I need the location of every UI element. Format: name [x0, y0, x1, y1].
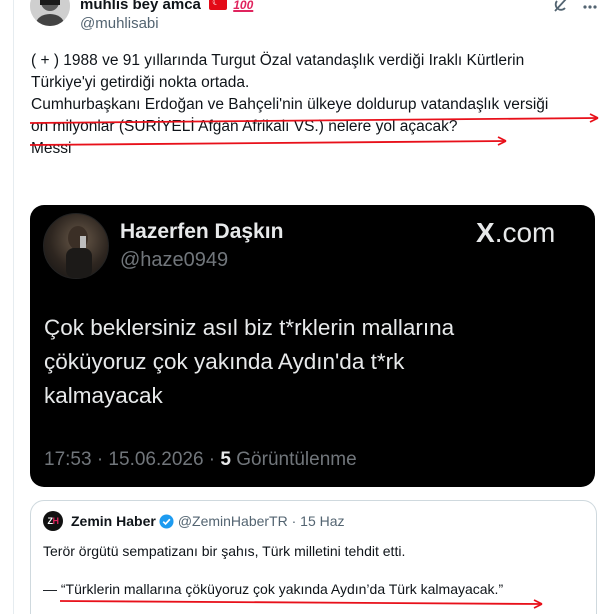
author-handle[interactable]: @muhlisabi	[80, 15, 159, 32]
quote-avatar-h: H	[52, 516, 60, 526]
embedded-body-line: kalmayacak	[44, 383, 163, 408]
x-logo-mark: X	[476, 217, 495, 248]
embedded-post-image[interactable]: Hazerfen Daşkın @haze0949 X.com Çok bekl…	[30, 205, 595, 487]
tweet-page: muhlis bey amca 100 @muhlisabi ( + ) 198…	[0, 0, 608, 614]
tweet-line: on milyonlar (SURİYELİ Afgan Afrikalı VS…	[31, 118, 458, 135]
embedded-post-body: Çok beklersiniz asıl biz t*rklerin malla…	[44, 311, 574, 413]
author-name-text: muhlis bey amca	[80, 0, 201, 13]
quote-date[interactable]: 15 Haz	[300, 513, 344, 529]
tweet-line: ( + ) 1988 ve 91 yıllarında Turgut Özal …	[31, 52, 525, 69]
grok-icon[interactable]	[552, 0, 570, 14]
embedded-body-line: Çok beklersiniz asıl biz t*rklerin malla…	[44, 315, 455, 340]
tweet-line: Cumhurbaşkanı Erdoğan ve Bahçeli'nin ülk…	[31, 96, 549, 113]
embedded-views-count: 5	[220, 449, 231, 470]
embedded-views-label: Görüntülenme	[231, 449, 357, 470]
more-icon[interactable]	[583, 0, 597, 14]
quote-author-avatar[interactable]: ZH	[43, 511, 63, 531]
embedded-author-handle: @haze0949	[120, 249, 229, 271]
quote-author-name[interactable]: Zemin Haber	[71, 513, 156, 529]
author-display-name[interactable]: muhlis bey amca 100	[80, 0, 253, 13]
turkey-flag-icon	[209, 0, 228, 10]
quote-separator: ·	[287, 513, 301, 529]
quoted-tweet[interactable]: ZH Zemin Haber @ZeminHaberTR · 15 Haz Ter…	[30, 500, 597, 614]
embedded-body-line: çöküyoruz çok yakında Aydın'da t*rk	[44, 349, 405, 374]
verified-badge-icon	[159, 514, 174, 529]
embedded-author-avatar	[43, 213, 109, 279]
embedded-author-name: Hazerfen Daşkın	[120, 220, 284, 243]
timeline-divider	[13, 0, 14, 614]
tweet-line: Messi	[31, 140, 72, 157]
author-avatar[interactable]	[30, 0, 70, 26]
tweet-line: Türkiye'yi getirdiği nokta ortada.	[31, 74, 250, 91]
quote-text-quote: — “Türklerin mallarına çöküyoruz çok yak…	[43, 581, 504, 597]
x-logo: X.com	[476, 217, 555, 249]
tweet-text: ( + ) 1988 ve 91 yıllarında Turgut Özal …	[31, 50, 606, 160]
embedded-post-meta: 17:53 · 15.06.2026 · 5 Görüntülenme	[44, 449, 357, 471]
hundred-points-icon: 100	[233, 0, 254, 12]
embedded-post-time: 17:53 · 15.06.2026 ·	[44, 449, 221, 470]
quote-author-handle[interactable]: @ZeminHaberTR	[178, 513, 288, 529]
quote-text: Terör örgütü sempatizanı bir şahıs, Türk…	[43, 543, 406, 559]
quote-header: Zemin Haber @ZeminHaberTR · 15 Haz	[71, 513, 345, 529]
x-logo-suffix: .com	[494, 217, 556, 248]
